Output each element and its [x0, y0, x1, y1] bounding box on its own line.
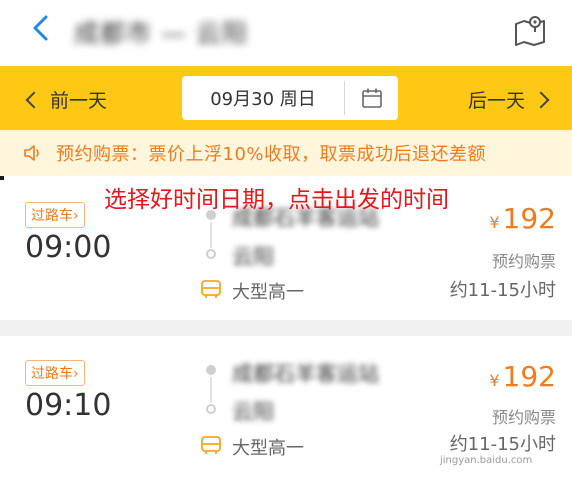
trip-duration: 约11-15小时	[449, 434, 556, 455]
presale-label: 预约购票	[491, 252, 556, 271]
destination-dot	[206, 404, 216, 414]
speaker-icon	[22, 142, 44, 164]
currency-symbol: ¥	[489, 213, 500, 232]
route-line	[210, 222, 212, 248]
next-day-label: 后一天	[468, 90, 526, 112]
bus-tag: 过路车›	[25, 360, 85, 386]
destination-station: 云阳	[232, 245, 274, 269]
bus-tag: 过路车›	[25, 202, 85, 228]
route-line	[210, 377, 212, 403]
price: ¥192	[489, 202, 556, 235]
route-title: 成都市 — 云阳	[74, 19, 248, 48]
back-button[interactable]	[26, 13, 56, 43]
origin-station: 成都石羊客运站	[232, 362, 379, 386]
origin-dot	[206, 365, 216, 375]
chevron-left-icon	[25, 91, 43, 108]
bus-tag-label: 过路车	[31, 208, 73, 224]
prev-day-label: 前一天	[50, 90, 108, 112]
map-icon	[515, 16, 545, 46]
selected-date: 09月30 周日	[210, 89, 316, 110]
bus-icon	[199, 277, 223, 301]
trip-duration: 约11-15小时	[449, 280, 556, 301]
bus-type: 大型高一	[232, 282, 304, 303]
chevron-right-icon: ›	[73, 366, 79, 382]
departure-time[interactable]: 09:00	[25, 230, 111, 265]
date-bar: 前一天 09月30 周日 后一天	[0, 66, 572, 130]
chevron-right-icon: ›	[73, 208, 79, 224]
bus-type: 大型高一	[232, 438, 304, 459]
currency-symbol: ¥	[489, 371, 500, 390]
price-amount: 192	[502, 360, 556, 393]
instruction-caption: 选择好时间日期，点击出发的时间	[104, 187, 449, 213]
watermark: jingyan.baidu.com	[440, 455, 533, 466]
map-button[interactable]	[512, 12, 548, 48]
departure-time[interactable]: 09:10	[25, 388, 111, 423]
notice-text: 预约购票：票价上浮10%收取，取票成功后退还差额	[56, 144, 487, 165]
destination-station: 云阳	[232, 400, 274, 424]
date-picker[interactable]: 09月30 周日	[182, 76, 398, 120]
calendar-icon[interactable]	[345, 86, 398, 110]
price: ¥192	[489, 360, 556, 393]
presale-notice: 预约购票：票价上浮10%收取，取票成功后退还差额	[0, 130, 572, 176]
destination-dot	[206, 249, 216, 259]
next-day-button[interactable]: 后一天	[468, 86, 550, 113]
top-header: 成都市 — 云阳	[0, 0, 572, 66]
chevron-right-icon	[532, 91, 550, 108]
price-amount: 192	[502, 202, 556, 235]
chevron-left-icon	[33, 15, 48, 41]
bus-tag-label: 过路车	[31, 366, 73, 382]
presale-label: 预约购票	[491, 408, 556, 427]
card-separator	[0, 320, 572, 336]
bus-icon	[199, 433, 223, 457]
prev-day-button[interactable]: 前一天	[24, 86, 107, 113]
